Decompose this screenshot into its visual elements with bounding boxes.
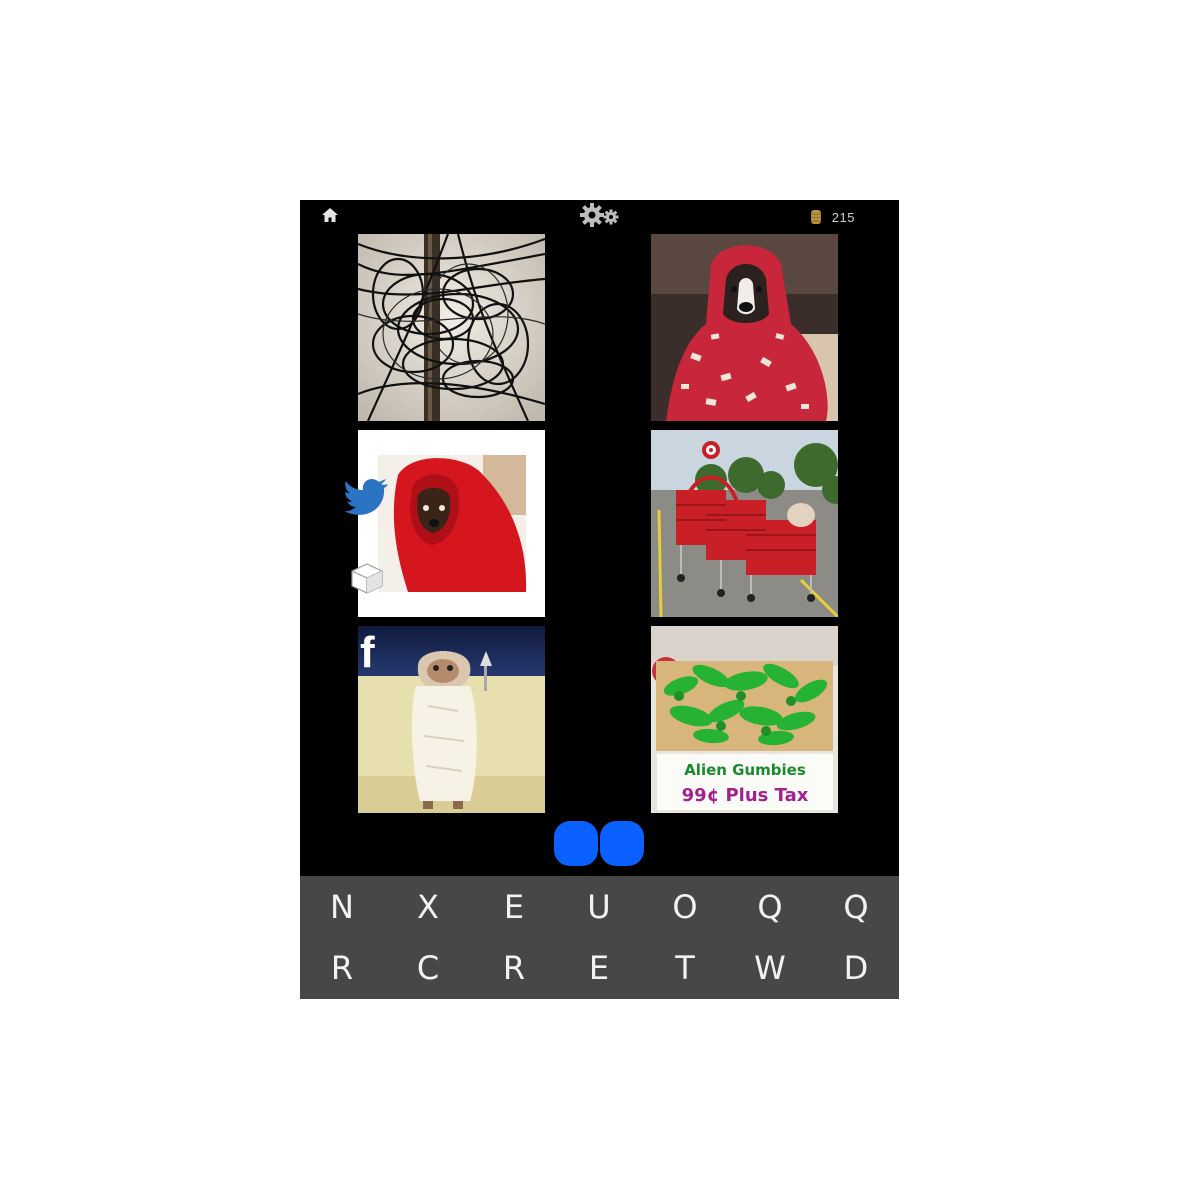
photo-tile-shopping-carts[interactable] — [651, 430, 838, 617]
sign-line-1: Alien Gumbies — [684, 761, 806, 779]
answer-slots — [554, 821, 644, 866]
photo-tile-small-dog-blanket[interactable] — [358, 430, 545, 617]
coin-count: 215 — [831, 209, 855, 225]
photo-tile-dog-red-blanket[interactable] — [651, 234, 838, 421]
letter-key[interactable]: C — [398, 942, 458, 994]
facebook-icon[interactable]: f — [360, 630, 382, 676]
answer-slot-2[interactable] — [600, 821, 644, 866]
photo-tile-et-blanket[interactable] — [358, 626, 545, 813]
photo-tile-alien-toys[interactable]: Alien Gumbies 99¢ Plus Tax — [651, 626, 838, 813]
letter-key[interactable]: X — [398, 881, 458, 933]
photo-tile-cables[interactable] — [358, 234, 545, 421]
letter-key[interactable]: Q — [826, 881, 886, 933]
letter-key[interactable]: R — [484, 942, 544, 994]
answer-slot-1[interactable] — [554, 821, 598, 866]
facebook-glyph: f — [360, 628, 375, 677]
letter-key[interactable]: E — [484, 881, 544, 933]
letter-key[interactable]: O — [655, 881, 715, 933]
coin-counter[interactable]: 215 — [810, 209, 855, 225]
cube-icon[interactable] — [350, 562, 384, 594]
letter-key[interactable]: D — [826, 942, 886, 994]
letter-key[interactable]: U — [569, 881, 629, 933]
letter-key[interactable]: W — [740, 942, 800, 994]
home-icon[interactable] — [320, 206, 340, 224]
twitter-bird-icon[interactable] — [344, 478, 390, 518]
letter-keyboard: N X E U O Q Q R C R E T W D — [300, 876, 899, 999]
letter-key[interactable]: E — [569, 942, 629, 994]
coin-stack-icon — [810, 209, 822, 225]
letter-key[interactable]: T — [655, 942, 715, 994]
letter-key[interactable]: Q — [740, 881, 800, 933]
gear-icon[interactable] — [579, 202, 621, 228]
sign-line-2: 99¢ Plus Tax — [682, 785, 809, 806]
letter-key[interactable]: N — [312, 881, 372, 933]
game-screen: 215 Alien Gumbies 99¢ Plus Tax f N X E U… — [300, 200, 899, 999]
letter-key[interactable]: R — [312, 942, 372, 994]
